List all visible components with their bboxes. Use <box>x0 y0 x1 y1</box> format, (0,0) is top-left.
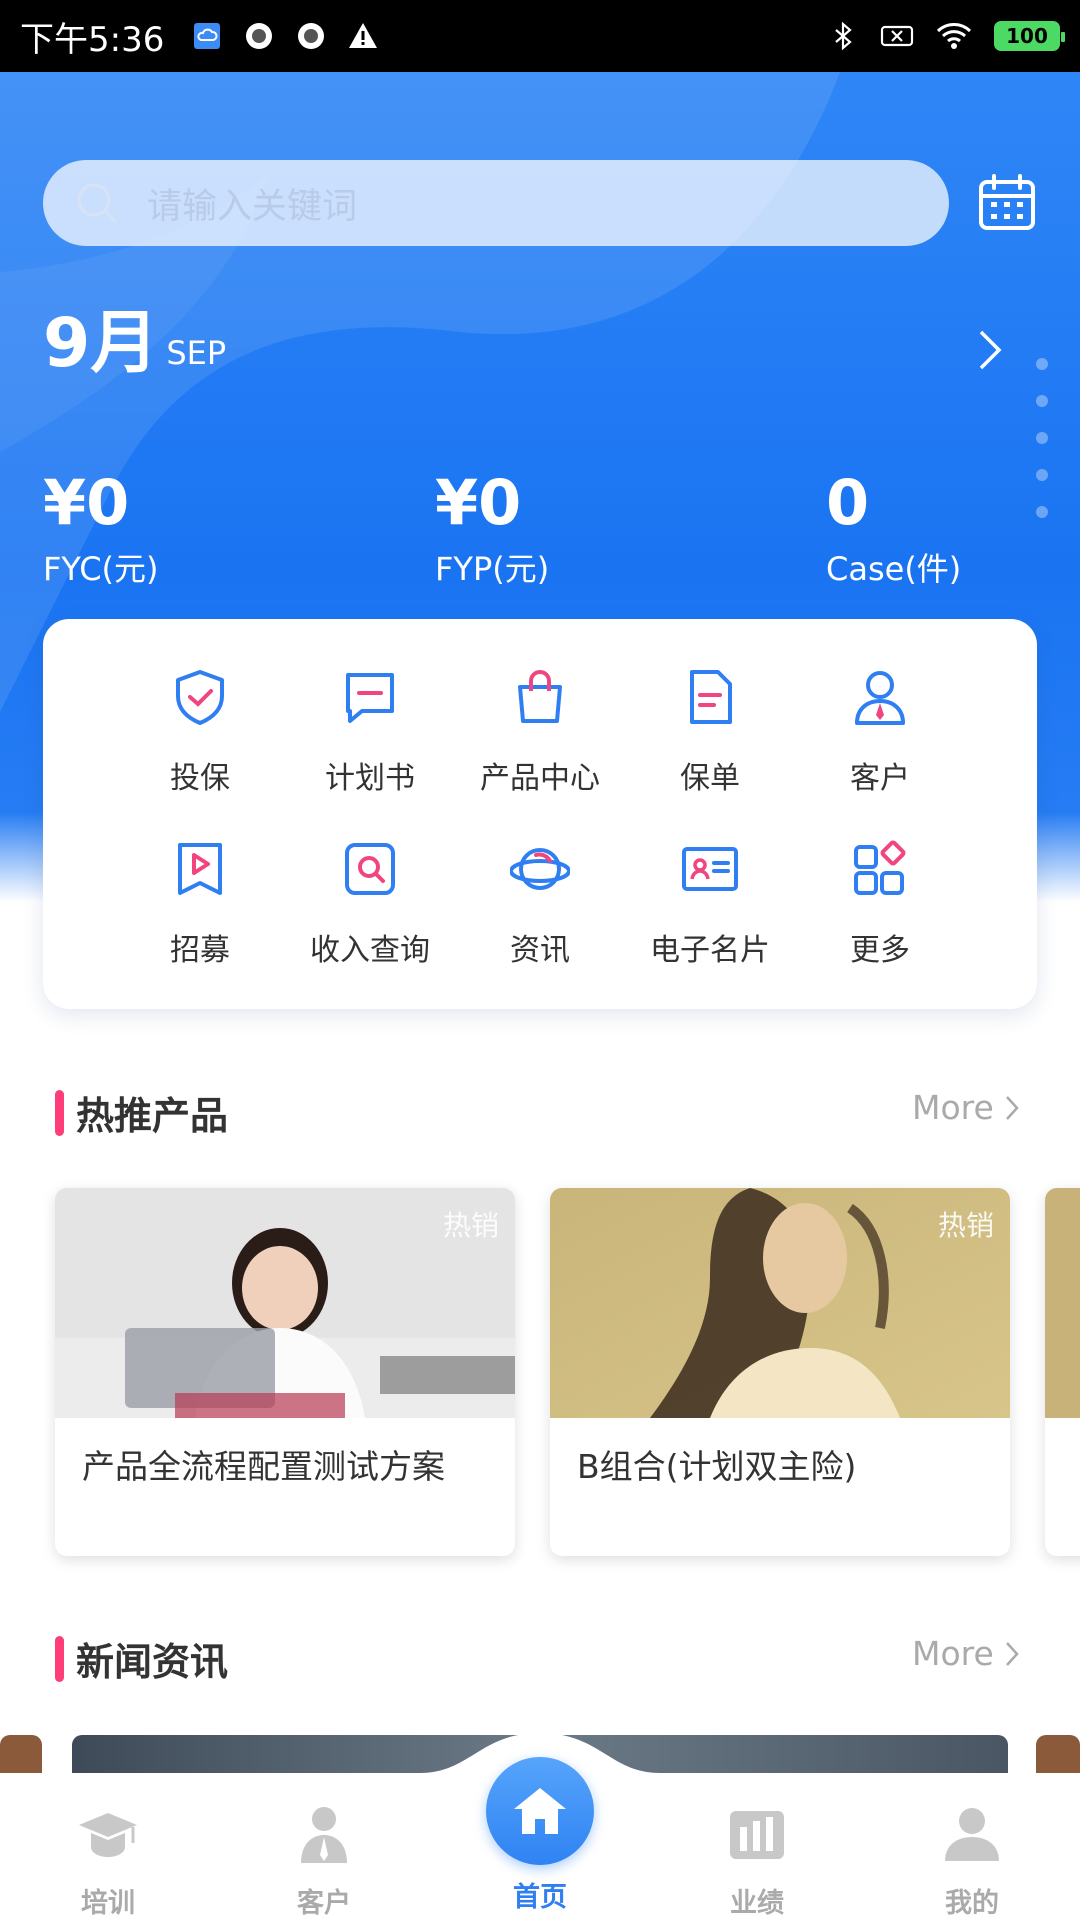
status-bar: 下午5:36 100 <box>0 0 1080 72</box>
menu-item-product-center[interactable]: 产品中心 <box>455 667 625 797</box>
quick-menu-card: 投保 计划书 产品中心 保单 客户 招募 收入查询 资讯 电子名片 更多 <box>43 619 1037 1009</box>
warning-icon <box>349 23 378 48</box>
menu-item-recruit[interactable]: 招募 <box>115 839 285 969</box>
tab-training[interactable]: 培训 <box>38 1803 178 1920</box>
battery-icon: 100 <box>994 21 1065 51</box>
graduation-cap-icon <box>79 1813 137 1857</box>
flag-play-icon <box>178 843 222 895</box>
search-icon <box>77 183 117 223</box>
news-more-link[interactable]: More <box>912 1634 1020 1673</box>
person-icon <box>855 671 905 725</box>
menu-item-plan[interactable]: 计划书 <box>285 667 455 797</box>
search-input[interactable]: 请输入关键词 <box>43 160 949 246</box>
menu-item-more[interactable]: 更多 <box>795 839 965 969</box>
product-image: 热销 <box>55 1188 515 1418</box>
product-card[interactable]: 热销 B组合(计划双主险) <box>550 1188 1010 1556</box>
month-en: SEP <box>166 334 227 372</box>
user-profile-icon <box>945 1808 999 1861</box>
menu-item-customer[interactable]: 客户 <box>795 667 965 797</box>
status-time: 下午5:36 <box>20 19 165 60</box>
news-card-peek[interactable] <box>0 1735 42 1775</box>
calendar-icon[interactable] <box>977 172 1037 232</box>
search-document-icon <box>345 843 395 895</box>
record-icon <box>246 23 273 49</box>
tab-performance[interactable]: 业绩 <box>687 1803 827 1920</box>
hot-products-title: 热推产品 <box>55 1085 228 1140</box>
menu-item-policy[interactable]: 保单 <box>625 667 795 797</box>
section-accent-bar <box>55 1089 64 1136</box>
cloud-app-icon <box>194 23 221 49</box>
month-label: 9月 SEP <box>43 310 226 378</box>
shopping-bag-icon <box>518 670 562 723</box>
menu-item-news[interactable]: 资讯 <box>455 839 625 969</box>
chevron-right-icon[interactable] <box>975 328 1005 372</box>
product-card[interactable]: 热销 产品全流程配置测试方案 <box>55 1188 515 1556</box>
hot-badge: 热销 <box>442 1209 499 1242</box>
document-icon <box>690 670 732 724</box>
id-card-icon <box>682 847 738 891</box>
planet-icon <box>509 848 571 890</box>
menu-item-income-query[interactable]: 收入查询 <box>285 839 455 969</box>
chevron-right-icon <box>1005 1641 1019 1666</box>
bar-chart-icon <box>730 1811 784 1859</box>
month-number: 9月 <box>43 304 159 383</box>
home-icon <box>514 1788 566 1834</box>
product-name: B组合(计划双主险) <box>577 1447 857 1486</box>
home-screen: 下午5:36 100 请输入关键词 9月 SEP ¥0 FYC(元) ¥0 FY… <box>0 0 1080 1920</box>
section-accent-bar <box>55 1635 64 1682</box>
tab-home[interactable] <box>486 1757 594 1865</box>
grid-more-icon <box>854 840 906 895</box>
sim-off-icon <box>880 25 914 47</box>
stat-fyc[interactable]: ¥0 FYC(元) <box>43 468 159 590</box>
menu-item-insure[interactable]: 投保 <box>115 667 285 797</box>
hot-badge: 热销 <box>937 1209 994 1242</box>
search-placeholder: 请输入关键词 <box>147 186 358 227</box>
product-card-peek[interactable] <box>1045 1188 1080 1556</box>
chat-doc-icon <box>346 673 394 723</box>
menu-item-business-card[interactable]: 电子名片 <box>625 839 795 969</box>
customer-icon <box>301 1807 347 1863</box>
news-title: 新闻资讯 <box>55 1631 228 1686</box>
product-name: 产品全流程配置测试方案 <box>82 1447 445 1486</box>
product-image: 热销 <box>550 1188 1010 1418</box>
bluetooth-icon <box>835 21 852 51</box>
decorative-dots <box>1036 358 1048 543</box>
tab-customer[interactable]: 客户 <box>254 1803 394 1920</box>
record-icon <box>298 23 325 49</box>
stat-case[interactable]: 0 Case(件) <box>826 468 961 590</box>
stat-fyp[interactable]: ¥0 FYP(元) <box>435 468 549 590</box>
chevron-right-icon <box>1005 1095 1019 1120</box>
shield-check-icon <box>176 670 224 725</box>
tab-home-label: 首页 <box>513 1882 567 1913</box>
wifi-icon <box>936 23 972 49</box>
news-card-peek[interactable] <box>1036 1735 1080 1775</box>
hot-products-more-link[interactable]: More <box>912 1088 1020 1127</box>
tab-mine[interactable]: 我的 <box>902 1803 1042 1920</box>
